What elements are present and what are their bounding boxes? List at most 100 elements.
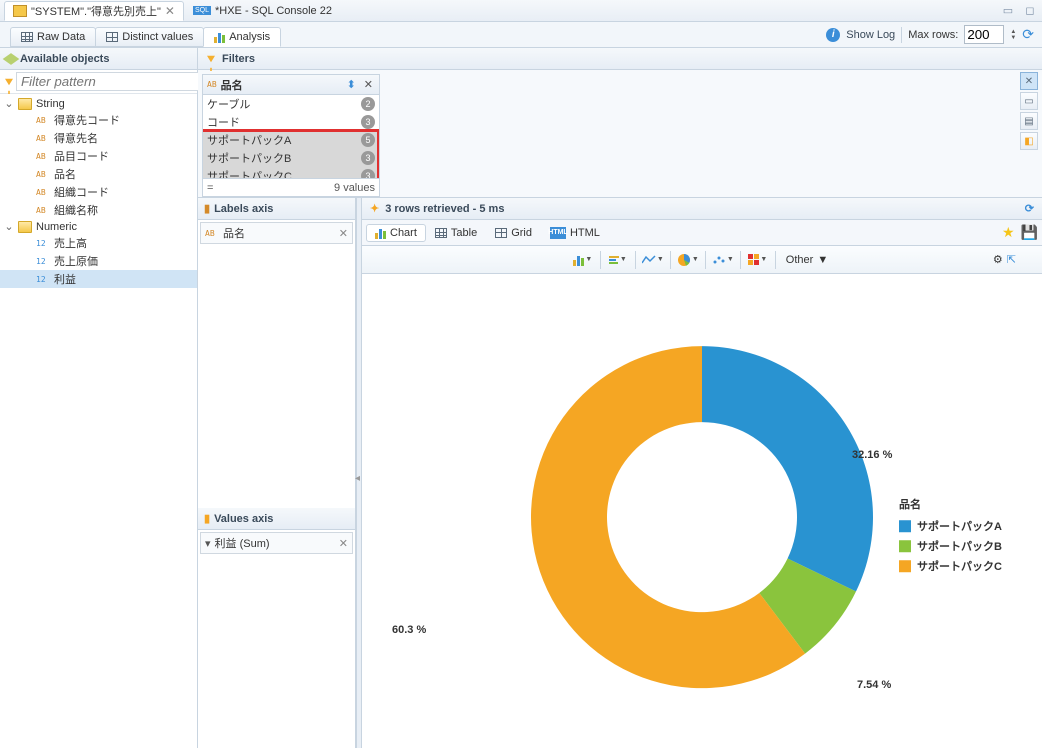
hbar-chart-btn[interactable]: ▼: [605, 249, 631, 271]
available-objects-header: Available objects: [0, 48, 197, 70]
chevron-down-icon[interactable]: ▾: [205, 537, 211, 550]
chevron-down-icon: ⌄: [4, 220, 14, 233]
show-log-link[interactable]: Show Log: [846, 29, 895, 41]
filter-value-label: ケーブル: [207, 96, 250, 112]
gear-icon[interactable]: ⚙: [993, 253, 1003, 266]
sql-icon: [13, 5, 27, 17]
other-label: Other: [786, 254, 814, 266]
bar-chart-btn[interactable]: ▼: [570, 249, 596, 271]
filter-value-item[interactable]: コード3: [203, 113, 379, 131]
status-row: ✦ 3 rows retrieved - 5 ms ⟳: [362, 198, 1042, 220]
tree-field[interactable]: 12利益: [0, 270, 197, 288]
labels-icon: ▮: [204, 202, 210, 215]
filter-sort-icon[interactable]: ⬍: [345, 78, 358, 91]
mode-chart[interactable]: Chart: [366, 224, 426, 242]
scatter-chart-btn[interactable]: ▼: [710, 249, 736, 271]
filters-body: AB 品名 ⬍ ✕ ケーブル2コード3サポートパックA5サポートパックB3サポー…: [198, 70, 1042, 198]
count-badge: 5: [361, 133, 375, 147]
tab-label: Distinct values: [122, 31, 193, 43]
info-icon[interactable]: i: [826, 28, 840, 42]
donut-slice[interactable]: [702, 346, 873, 591]
tab-analysis[interactable]: Analysis: [203, 27, 281, 47]
tree-group[interactable]: ⌄ Numeric: [0, 219, 197, 234]
filter-value-list: ケーブル2コード3サポートパックA5サポートパックB3サポートパックC3: [203, 95, 379, 178]
legend-swatch: [899, 560, 911, 572]
filter-close-icon[interactable]: ✕: [362, 78, 375, 91]
filter-value-item[interactable]: サポートパックB3: [203, 149, 379, 167]
tree-field[interactable]: AB 組織コード: [0, 183, 197, 201]
field-label: 利益: [54, 271, 76, 287]
tab-raw-data[interactable]: Raw Data: [10, 27, 96, 47]
heatmap-btn[interactable]: ▼: [745, 249, 771, 271]
editor-tab-active[interactable]: "SYSTEM"."得意先別売上" ✕: [4, 1, 184, 21]
tree-field[interactable]: AB組織名称: [0, 201, 197, 219]
line-chart-btn[interactable]: ▼: [640, 249, 666, 271]
tab-label: Raw Data: [37, 31, 85, 43]
mode-html[interactable]: HTML HTML: [541, 224, 609, 242]
values-axis-header: ▮ Values axis: [198, 508, 355, 530]
field-label: 売上高: [54, 235, 87, 251]
filter-value-item[interactable]: サポートパックC3: [203, 167, 379, 178]
max-rows-input[interactable]: [964, 25, 1004, 44]
tree-group[interactable]: ⌄String: [0, 96, 197, 111]
tree-field[interactable]: AB得意先コード: [0, 111, 197, 129]
view-mode-row: Chart Table Grid HTML HTML: [362, 220, 1042, 246]
table-icon: [435, 228, 447, 238]
text-type-icon: AB: [36, 116, 50, 125]
tree-field[interactable]: AB得意先名: [0, 129, 197, 147]
remove-icon[interactable]: ✕: [339, 227, 348, 240]
maximize-icon[interactable]: ◻: [1022, 4, 1038, 17]
axis-column: ▮ Labels axis AB 品名 ✕ ▮ Values axis: [198, 198, 356, 748]
minimize-icon[interactable]: ▭: [1000, 4, 1016, 17]
other-chart-btn[interactable]: Other▼: [780, 254, 834, 266]
funnel-icon: [207, 55, 215, 61]
legend-label: サポートパックC: [917, 558, 1002, 574]
save-icon[interactable]: 💾: [1021, 224, 1038, 241]
mode-grid[interactable]: Grid: [486, 224, 541, 242]
export-icon[interactable]: ⇱: [1007, 253, 1016, 266]
pie-chart-btn[interactable]: ▼: [675, 249, 701, 271]
count-badge: 3: [361, 169, 375, 178]
legend-title: 品名: [899, 496, 1002, 512]
tree-field[interactable]: AB品名: [0, 165, 197, 183]
text-type-icon: AB: [36, 188, 50, 197]
tree-field[interactable]: 12売上原価: [0, 252, 197, 270]
text-type-icon: AB: [36, 134, 50, 143]
close-icon[interactable]: ✕: [165, 4, 175, 18]
refresh-icon[interactable]: ⟳: [1022, 26, 1034, 43]
group-label: Numeric: [36, 221, 77, 233]
filter-column-panel: AB 品名 ⬍ ✕ ケーブル2コード3サポートパックA5サポートパックB3サポー…: [202, 74, 380, 197]
filter-value-item[interactable]: サポートパックA5: [203, 131, 379, 149]
count-badge: 3: [361, 151, 375, 165]
filter-pattern-input[interactable]: [16, 72, 205, 91]
chart-column: ✦ 3 rows retrieved - 5 ms ⟳ Chart Table: [362, 198, 1042, 748]
field-label: 品名: [54, 166, 76, 182]
pct-label-b: 7.54 %: [857, 679, 891, 691]
mode-label: Grid: [511, 227, 532, 239]
pct-label-a: 32.16 %: [852, 449, 892, 461]
refresh-result-icon[interactable]: ⟳: [1025, 202, 1034, 215]
mode-table[interactable]: Table: [426, 224, 486, 242]
tree-field[interactable]: AB品目コード: [0, 147, 197, 165]
field-label: 組織コード: [54, 184, 109, 200]
labels-axis-item[interactable]: AB 品名 ✕: [200, 222, 353, 244]
tab-distinct-values[interactable]: Distinct values: [95, 27, 204, 47]
ab-type-icon: AB: [205, 229, 219, 238]
strip-btn-3[interactable]: ▤: [1020, 112, 1038, 130]
filter-value-item[interactable]: ケーブル2: [203, 95, 379, 113]
folder-icon: [18, 98, 32, 110]
values-count: 9 values: [334, 182, 375, 194]
editor-tab-inactive[interactable]: SQL *HXE - SQL Console 22: [184, 1, 341, 21]
panel-title: Available objects: [20, 53, 109, 65]
tree-field[interactable]: 12売上高: [0, 234, 197, 252]
strip-btn-4[interactable]: ◧: [1020, 132, 1038, 150]
max-rows-spinner[interactable]: ▲▼: [1010, 29, 1016, 41]
strip-btn-1[interactable]: ✕: [1020, 72, 1038, 90]
right-tool-strip: ✕ ▭ ▤ ◧: [1020, 70, 1042, 150]
strip-btn-2[interactable]: ▭: [1020, 92, 1038, 110]
html-icon: HTML: [550, 227, 566, 239]
star-icon[interactable]: ★: [1002, 224, 1015, 241]
remove-icon[interactable]: ✕: [339, 537, 348, 550]
values-axis-item[interactable]: ▾ 利益 (Sum) ✕: [200, 532, 353, 554]
group-label: String: [36, 98, 65, 110]
